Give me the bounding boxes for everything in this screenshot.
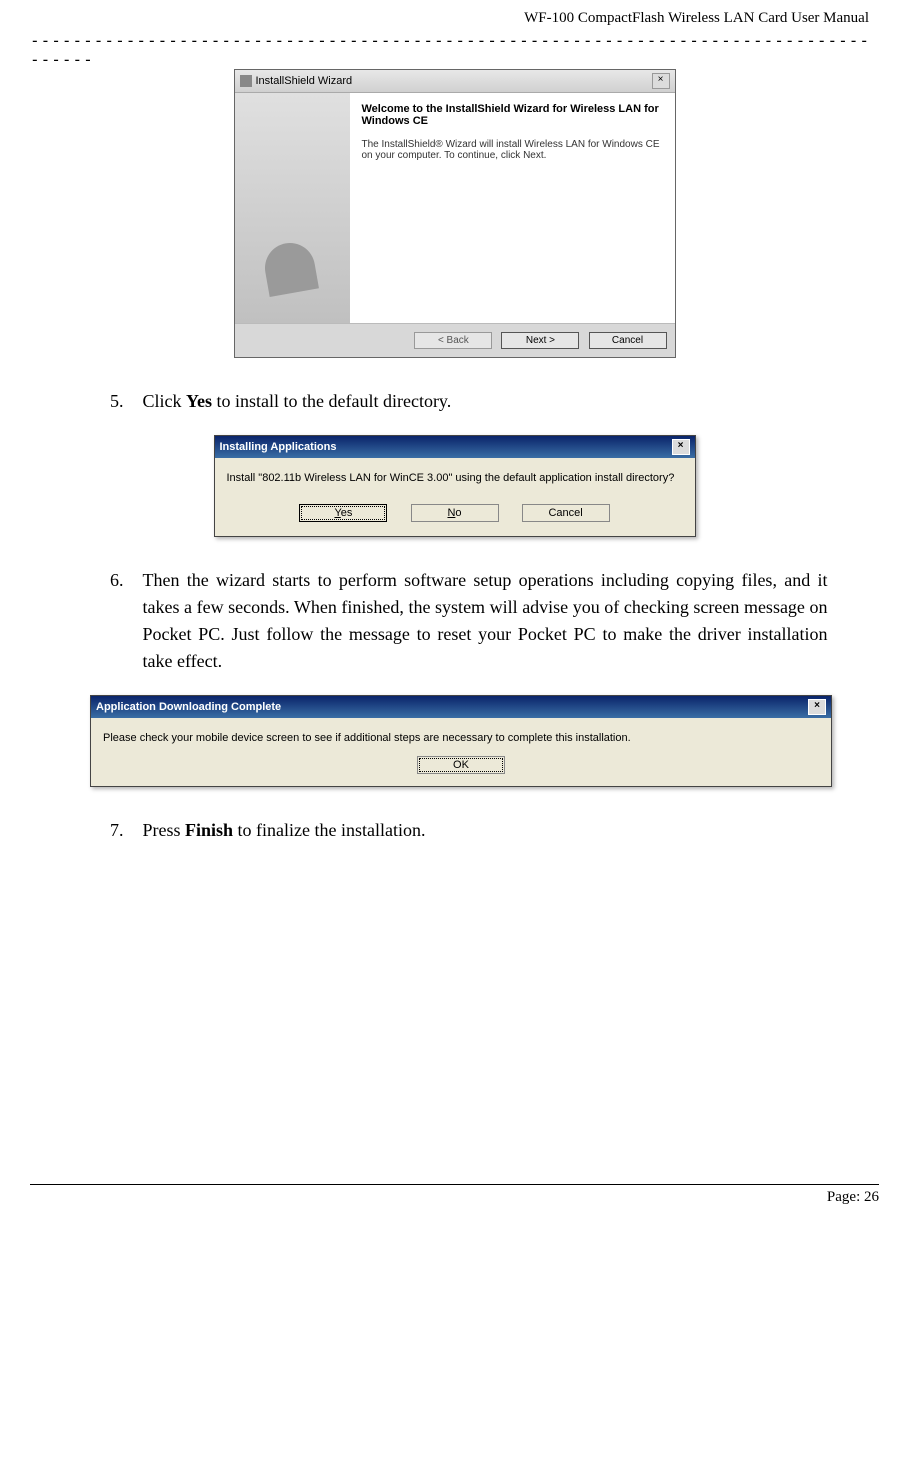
close-icon[interactable]: × xyxy=(808,699,826,715)
cancel-button[interactable]: Cancel xyxy=(522,504,610,522)
wizard-text: The InstallShield® Wizard will install W… xyxy=(362,139,663,161)
step-7: 7. Press Finish to finalize the installa… xyxy=(110,817,829,844)
doc-header: WF-100 CompactFlash Wireless LAN Card Us… xyxy=(30,10,879,27)
step-5: 5. Click Yes to install to the default d… xyxy=(110,388,829,415)
dialog-titlebar: Application Downloading Complete × xyxy=(91,696,831,718)
close-icon[interactable]: × xyxy=(672,439,690,455)
step-text-pre: Press xyxy=(143,820,186,840)
page-footer: Page: 26 xyxy=(30,1184,879,1206)
app-icon xyxy=(240,75,252,87)
next-button[interactable]: Next > xyxy=(501,332,579,349)
step-text-post: to finalize the installation. xyxy=(233,820,425,840)
wizard-content: Welcome to the InstallShield Wizard for … xyxy=(350,93,675,323)
separator-dashes: ----------------------------------------… xyxy=(30,31,879,69)
wizard-sidebar xyxy=(235,93,350,323)
yes-button[interactable]: Yes xyxy=(299,504,387,522)
dialog-message: Please check your mobile device screen t… xyxy=(91,718,831,752)
dialog-titlebar: Installing Applications × xyxy=(215,436,695,458)
installshield-dialog: InstallShield Wizard × Welcome to the In… xyxy=(234,69,676,358)
back-button: < Back xyxy=(414,332,492,349)
step-text: Then the wizard starts to perform softwa… xyxy=(143,567,828,675)
close-icon[interactable]: × xyxy=(652,73,670,89)
dialog-title: Installing Applications xyxy=(220,441,337,453)
step-number: 5. xyxy=(110,388,138,415)
installshield-logo-icon xyxy=(261,239,319,297)
dialog-message: Install "802.11b Wireless LAN for WinCE … xyxy=(215,458,695,498)
ok-button[interactable]: OK xyxy=(417,756,505,774)
no-button[interactable]: No xyxy=(411,504,499,522)
dialog-title: InstallShield Wizard xyxy=(256,75,353,87)
step-text-post: to install to the default directory. xyxy=(212,391,451,411)
step-text-bold: Finish xyxy=(185,820,233,840)
cancel-button[interactable]: Cancel xyxy=(589,332,667,349)
step-text-pre: Click xyxy=(143,391,187,411)
step-number: 7. xyxy=(110,817,138,844)
dialog-title: Application Downloading Complete xyxy=(96,701,281,713)
dialog-titlebar: InstallShield Wizard × xyxy=(235,70,675,93)
download-complete-dialog: Application Downloading Complete × Pleas… xyxy=(90,695,832,787)
step-text-bold: Yes xyxy=(186,391,212,411)
step-6: 6. Then the wizard starts to perform sof… xyxy=(110,567,829,675)
wizard-heading: Welcome to the InstallShield Wizard for … xyxy=(362,103,663,127)
step-number: 6. xyxy=(110,567,138,594)
installing-apps-dialog: Installing Applications × Install "802.1… xyxy=(214,435,696,537)
